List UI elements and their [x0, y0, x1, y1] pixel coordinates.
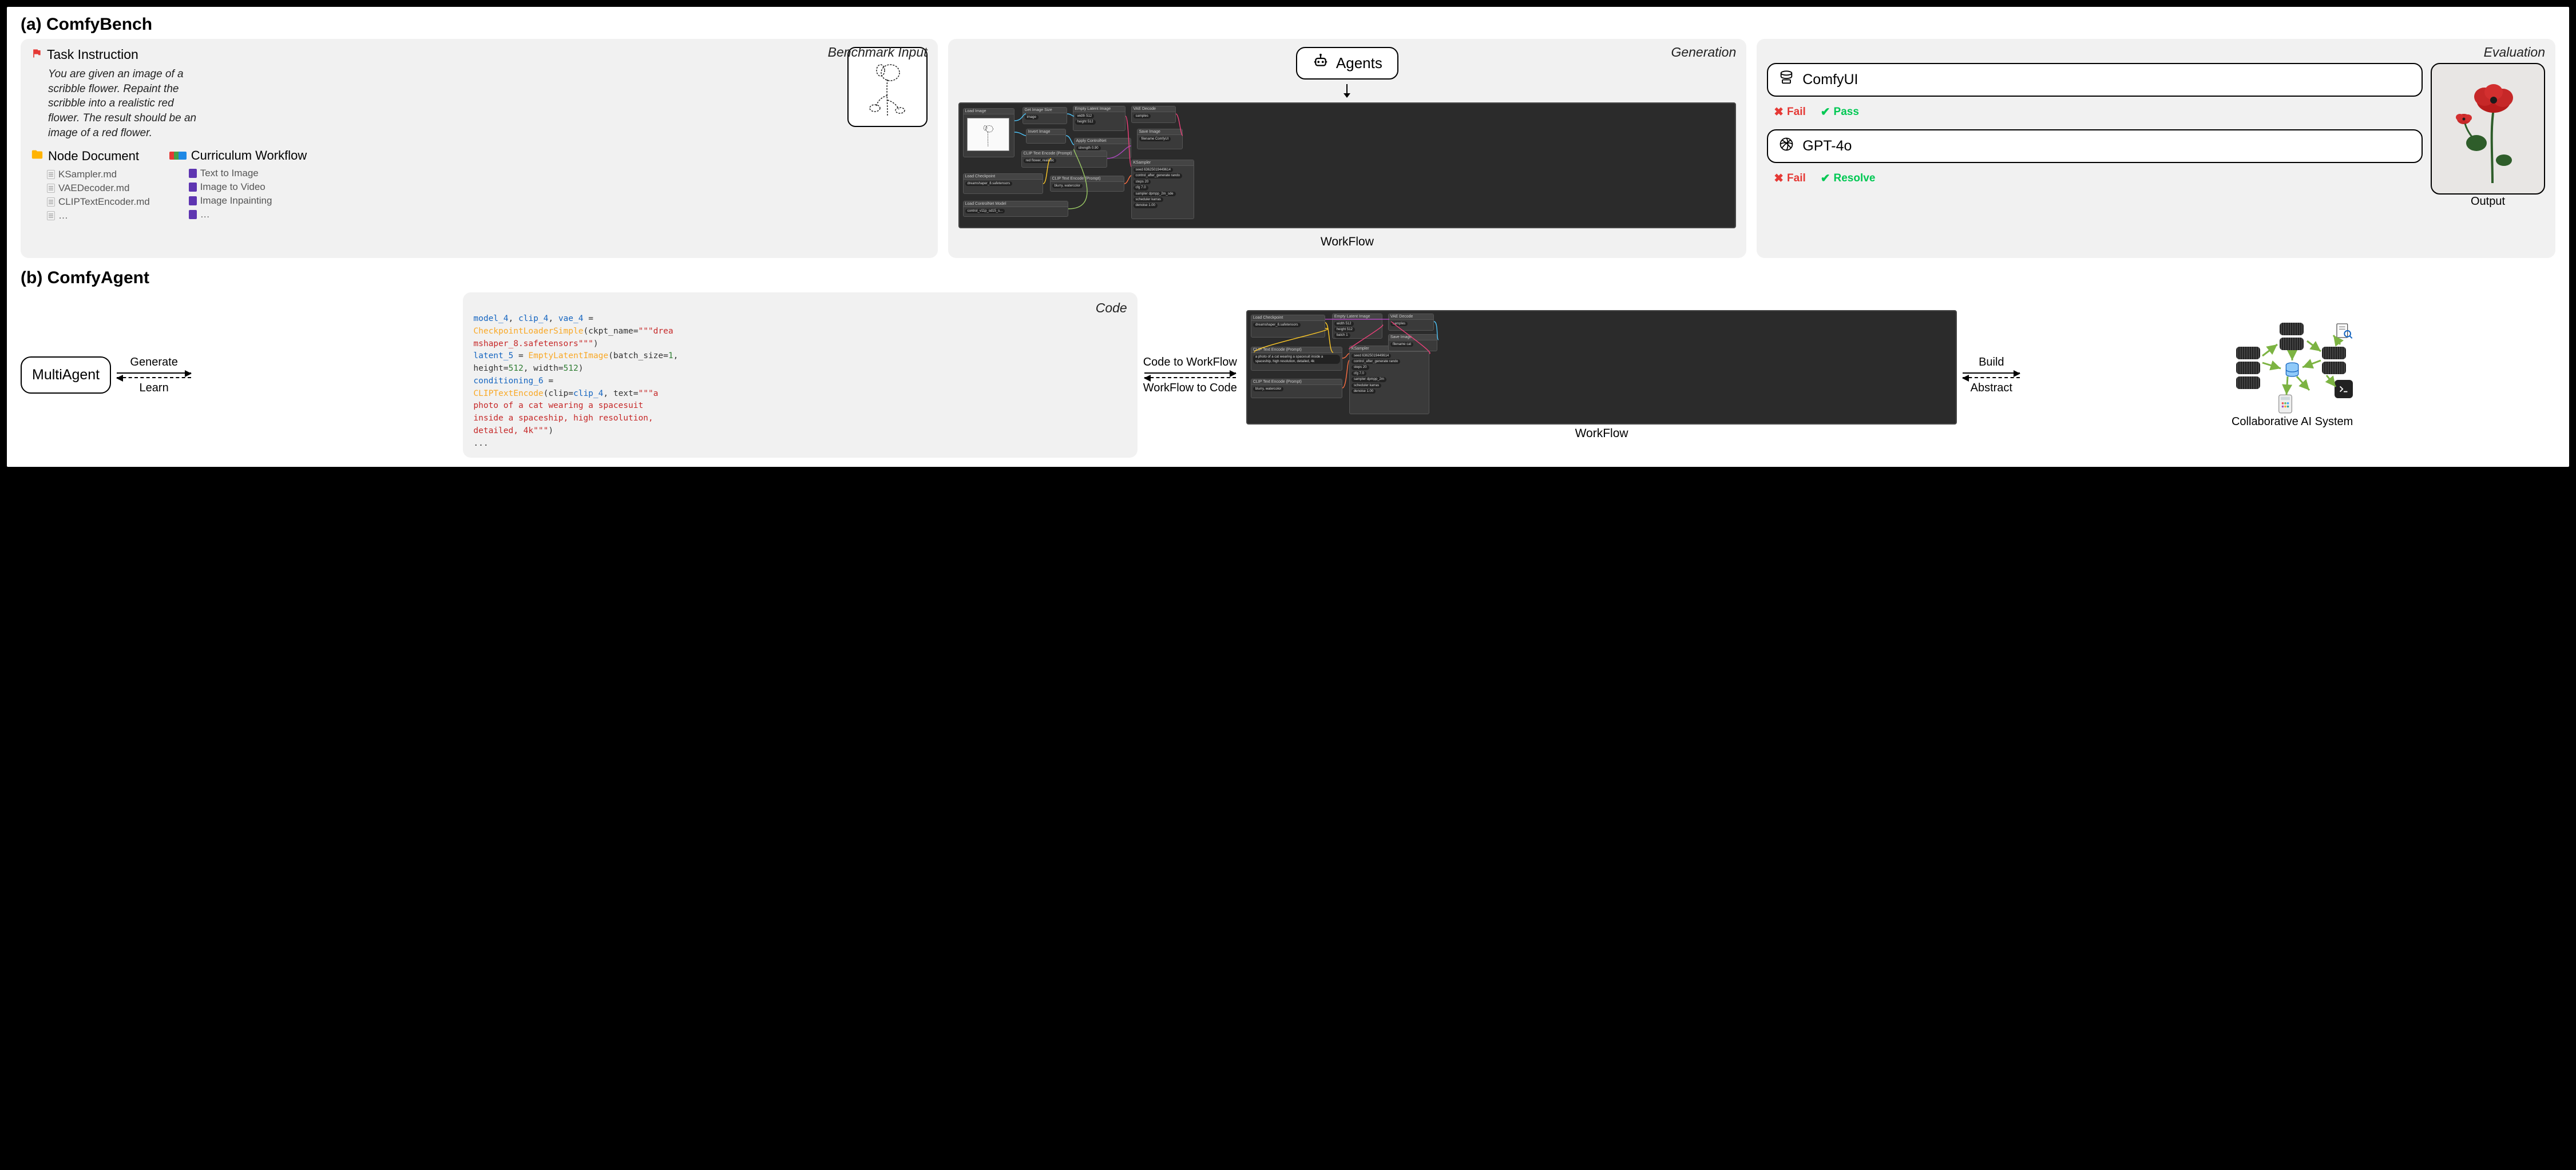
collaborative-system-graphic: Collaborative AI System — [2029, 322, 2555, 429]
check-icon — [1821, 171, 1830, 185]
book-icon — [189, 183, 197, 192]
section-a-title: (a) ComfyBench — [21, 15, 2555, 34]
document-icon — [47, 211, 55, 220]
figure-canvas: (a) ComfyBench Benchmark Input Task Inst… — [7, 7, 2569, 467]
generation-panel: Generation Agents Load Image — [948, 39, 1747, 258]
database-icon — [1778, 70, 1794, 90]
x-icon — [1774, 171, 1784, 185]
stack-icon — [173, 152, 187, 160]
curriculum-list: Text to Image Image to Video Image Inpai… — [189, 166, 307, 221]
comfyui-result-row: Fail Pass — [1774, 105, 2423, 119]
section-b-title: (b) ComfyAgent — [21, 268, 2555, 288]
collab-caption: Collaborative AI System — [2232, 415, 2353, 429]
gpt4o-evaluator-box: GPT-4o — [1767, 129, 2423, 163]
curriculum-column: Curriculum Workflow Text to Image Image … — [173, 148, 307, 223]
node-document-column: Node Document KSampler.md VAEDecoder.md … — [31, 148, 150, 223]
generate-learn-arrows: Generate Learn — [117, 356, 191, 395]
evaluation-panel-label: Evaluation — [2484, 45, 2545, 60]
workflow-caption: WorkFlow — [1321, 235, 1374, 249]
workflow-thumbnail: Load Image Get Image Sizeimage Empty Lat… — [958, 102, 1737, 228]
comfyui-evaluator-box: ComfyUI — [1767, 63, 2423, 97]
task-instruction-text: You are given an image of a scribble flo… — [48, 67, 203, 140]
evaluation-output-image: Output — [2431, 63, 2545, 195]
evaluation-panel: Evaluation ComfyUI Fail Pass — [1757, 39, 2555, 258]
x-icon — [1774, 105, 1784, 119]
robot-icon — [1312, 53, 1329, 74]
task-instruction-heading: Task Instruction — [31, 47, 203, 62]
agent-workflow-caption: WorkFlow — [1575, 427, 1628, 441]
gpt4o-result-row: Fail Resolve — [1774, 171, 2423, 185]
book-icon — [189, 169, 197, 178]
document-icon — [47, 170, 55, 179]
code-panel: Code model_4, clip_4, vae_4 = Checkpoint… — [463, 292, 1137, 458]
document-icon — [47, 197, 55, 207]
row-a: Benchmark Input Task Instruction You are… — [21, 39, 2555, 258]
benchmark-panel-label: Benchmark Input — [828, 45, 928, 60]
code-workflow-arrows: Code to WorkFlow WorkFlow to Code — [1143, 356, 1237, 395]
book-icon — [189, 196, 197, 205]
agents-box: Agents — [1296, 47, 1398, 80]
folder-icon — [31, 148, 43, 164]
output-caption: Output — [2432, 195, 2544, 208]
row-b: MultiAgent Generate Learn Code model_4, … — [21, 292, 2555, 458]
multiagent-box: MultiAgent — [21, 356, 111, 394]
generation-panel-label: Generation — [1671, 45, 1736, 60]
flag-icon — [31, 47, 42, 62]
arrow-down-icon — [1341, 84, 1353, 98]
book-icon — [189, 210, 197, 219]
benchmark-input-panel: Benchmark Input Task Instruction You are… — [21, 39, 938, 258]
openai-icon — [1778, 136, 1794, 156]
code-content: model_4, clip_4, vae_4 = CheckpointLoade… — [473, 313, 1127, 450]
agent-workflow-thumbnail: Load Checkpointdreamshaper_8.safetensors… — [1246, 310, 1957, 425]
node-doc-list: KSampler.md VAEDecoder.md CLIPTextEncode… — [47, 168, 150, 223]
build-abstract-arrows: Build Abstract — [1963, 356, 2020, 395]
check-icon — [1821, 105, 1830, 119]
document-icon — [47, 184, 55, 193]
code-panel-label: Code — [1096, 298, 1127, 318]
